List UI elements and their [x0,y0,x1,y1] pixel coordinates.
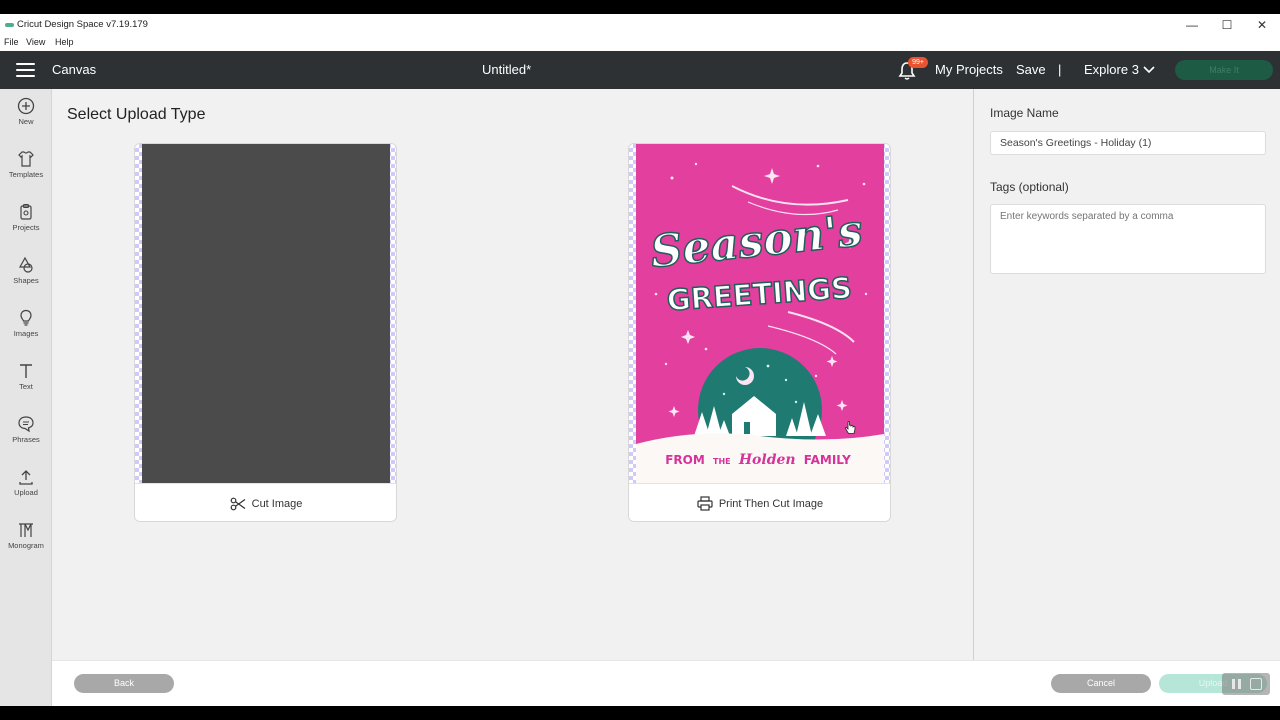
toolbar-projects-label: Projects [12,223,40,232]
toolbar-templates-label: Templates [8,170,44,179]
cut-image-button[interactable]: Cut Image [135,483,396,521]
speech-bubble-icon [18,416,34,433]
image-name-label: Image Name [990,106,1059,120]
toolbar-shapes[interactable]: Shapes [0,256,52,306]
tags-input[interactable] [990,204,1266,274]
image-name-input[interactable] [990,131,1266,155]
printer-icon [697,496,713,511]
save-link[interactable]: Save [1016,62,1046,77]
cricut-app-icon [5,23,14,27]
page-title: Select Upload Type [67,106,206,123]
menu-help[interactable]: Help [55,37,74,47]
toolbar-images[interactable]: Images [0,309,52,359]
minimize-button[interactable]: — [1175,15,1209,35]
app-header: Canvas Untitled* 99+ My Projects Save | … [0,51,1280,89]
app-window: Cricut Design Space v7.19.179 — ☐ ✕ File… [0,14,1280,706]
toolbar-phrases[interactable]: Phrases [0,415,52,465]
print-then-cut-label: Print Then Cut Image [718,497,824,510]
cut-image-label: Cut Image [251,497,303,510]
hand-cursor-icon [844,421,856,434]
header-separator: | [1058,62,1062,77]
toolbar-new[interactable]: New [0,97,52,147]
toolbar-templates[interactable]: Templates [0,150,52,200]
toolbar-new-label: New [18,117,34,126]
menu-bar: File View Help [0,36,1280,51]
cancel-button[interactable]: Cancel [1051,674,1151,693]
document-title: Untitled* [482,62,532,77]
plus-circle-icon [17,97,35,115]
toolbar-monogram[interactable]: Monogram [0,521,52,571]
cut-image-preview [142,144,390,483]
clipboard-icon [20,203,32,220]
notification-badge: 99+ [908,57,928,68]
back-button[interactable]: Back [74,674,174,693]
toolbar-projects[interactable]: Projects [0,203,52,253]
close-window-button[interactable]: ✕ [1245,15,1279,35]
footer-bar: Back Cancel Upload [52,660,1280,706]
image-details-panel: Image Name Tags (optional) [973,89,1280,660]
print-then-cut-card[interactable]: Season's GREETINGS FROM THE Holden FAMIL… [628,143,891,522]
print-then-cut-button[interactable]: Print Then Cut Image [629,483,890,521]
hamburger-menu-icon[interactable] [16,63,35,77]
canvas-label: Canvas [52,62,97,77]
toolbar-phrases-label: Phrases [12,435,40,444]
tags-label: Tags (optional) [990,180,1069,194]
toolbar-text-label: Text [19,382,33,391]
chevron-down-icon[interactable] [1143,66,1155,74]
window-titlebar: Cricut Design Space v7.19.179 — ☐ ✕ [0,14,1280,36]
toolbar-text[interactable]: Text [0,362,52,412]
svg-text:FROM THE H: FROM THE Holden FAMILY [665,452,851,468]
toolbar-monogram-label: Monogram [8,541,44,550]
menu-view[interactable]: View [26,37,45,47]
maximize-button[interactable]: ☐ [1210,15,1244,35]
make-it-button[interactable]: Make It [1175,60,1273,80]
shirt-icon [18,151,34,167]
recorder-overlay[interactable] [1222,673,1270,695]
shapes-icon [18,256,33,273]
camera-icon [1250,678,1262,690]
upload-icon [19,470,33,485]
toolbar-shapes-label: Shapes [13,276,39,285]
lightbulb-icon [20,309,32,326]
menu-file[interactable]: File [4,37,19,47]
my-projects-link[interactable]: My Projects [935,62,1003,77]
pause-icon [1232,679,1235,689]
monogram-icon [19,523,33,537]
scissors-icon [230,497,245,510]
machine-selector[interactable]: Explore 3 [1084,62,1139,77]
text-icon [20,364,32,378]
cut-image-card[interactable]: Cut Image [134,143,397,522]
window-title: Cricut Design Space v7.19.179 [17,19,148,30]
toolbar-upload-label: Upload [14,488,38,497]
left-toolbar: New Templates Projects Shapes Images Tex… [0,89,52,706]
toolbar-images-label: Images [13,329,39,338]
toolbar-upload[interactable]: Upload [0,468,52,518]
upload-type-area: Select Upload Type Cut Image Season's GR… [52,89,973,660]
